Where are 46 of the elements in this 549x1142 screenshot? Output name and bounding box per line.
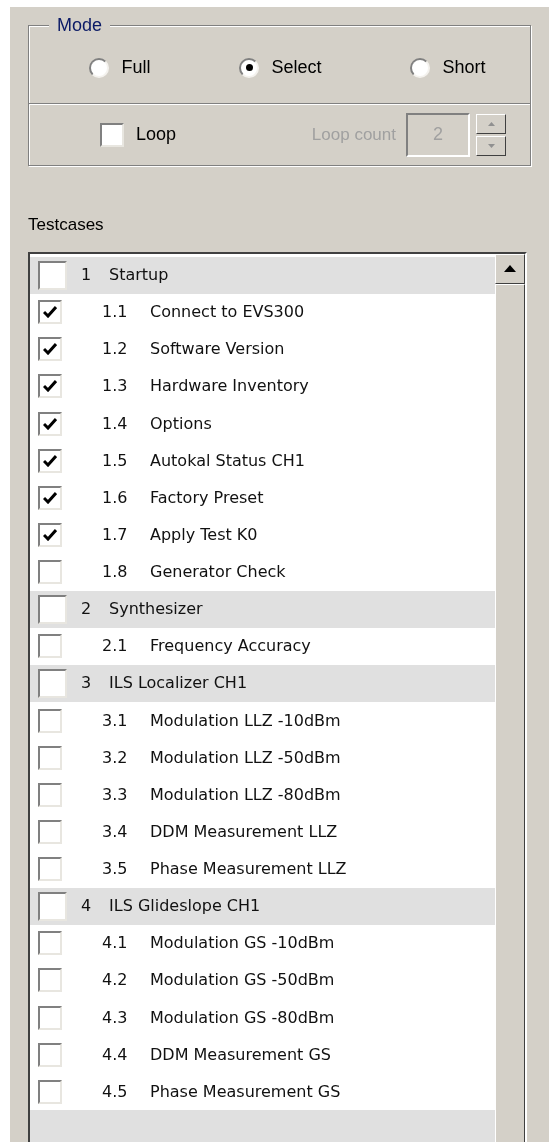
radio-label: Select [271,56,322,79]
radio-button[interactable] [239,57,260,78]
checkbox[interactable] [38,485,62,510]
up-arrow-icon [504,265,516,272]
testcase-group-row[interactable]: 1 Startup [30,256,495,294]
checkbox[interactable] [38,337,62,362]
checkmark-icon [43,491,57,504]
checkbox[interactable] [38,931,62,956]
checkmark-icon [43,306,57,319]
spin-buttons[interactable] [476,113,506,156]
checkbox[interactable] [100,122,124,147]
checkmark-icon [43,380,57,393]
checkbox[interactable] [38,1042,62,1067]
testcase-group-row[interactable]: 2 Synthesizer [30,590,495,628]
loop-checkbox[interactable]: Loop [100,121,177,148]
checkbox[interactable] [38,968,62,993]
checkbox[interactable] [38,594,67,624]
checkbox[interactable] [38,1005,62,1030]
checkbox[interactable] [38,708,62,733]
checkbox[interactable] [38,260,67,290]
testcases-label: Testcases [28,214,104,236]
checkmark-icon [43,343,57,356]
checkmark-icon [43,528,57,541]
checkbox[interactable] [38,560,62,585]
checkmark-icon [43,454,57,467]
checkmark-icon [43,417,57,430]
radio-label: Short [442,56,486,79]
checkbox[interactable] [38,634,62,659]
testcase-group-row[interactable]: 4 ILS Glideslope CH1 [30,887,495,925]
checkbox[interactable] [38,522,62,547]
checkbox[interactable] [38,1079,62,1104]
radio-button[interactable] [89,57,110,78]
checkbox[interactable] [38,300,62,325]
checkbox[interactable] [38,668,67,698]
checkbox[interactable] [38,374,62,399]
testcase-group-row[interactable]: 3 ILS Localizer CH1 [30,664,495,702]
radio-label: Full [121,56,151,79]
checkbox[interactable] [38,411,62,436]
checkbox[interactable] [38,819,62,844]
checkbox[interactable] [38,857,62,882]
scroll-up-button[interactable] [495,253,525,284]
checkbox[interactable] [38,782,62,807]
checkbox[interactable] [38,448,62,473]
radio-button[interactable] [410,57,431,78]
checkbox[interactable] [38,745,62,770]
checkbox[interactable] [38,891,67,921]
